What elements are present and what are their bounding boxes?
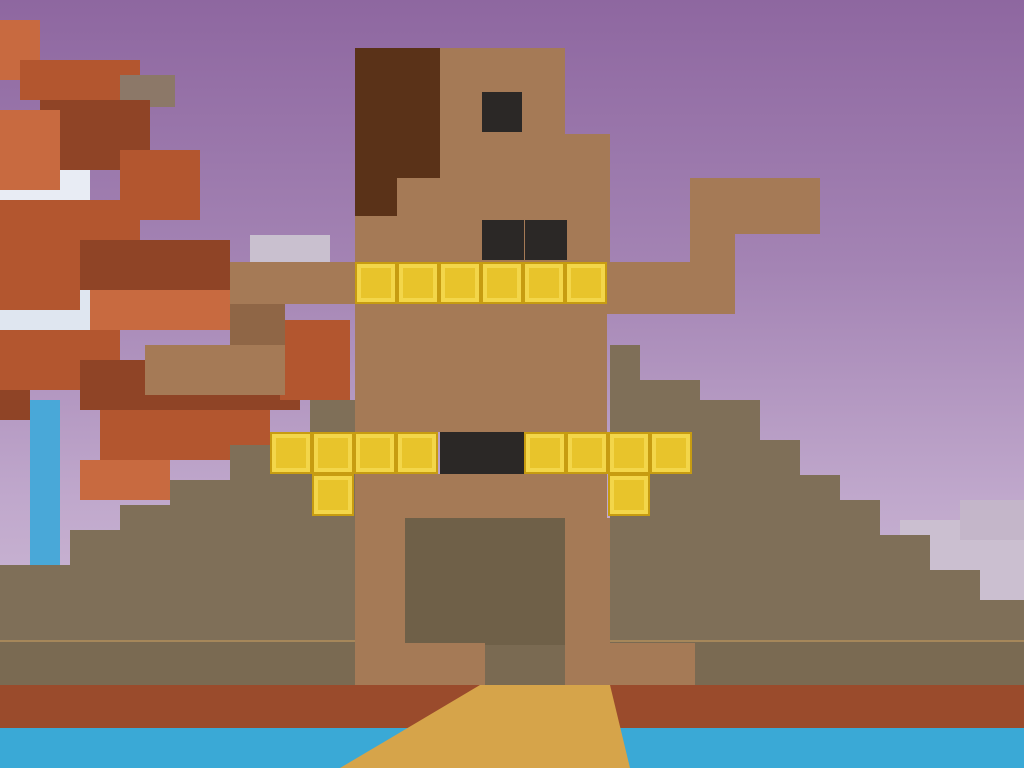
gold-block bbox=[481, 262, 523, 304]
waterfall bbox=[30, 400, 60, 570]
gold-block bbox=[355, 262, 397, 304]
pyramid-base bbox=[0, 640, 1024, 687]
statue-left-foot bbox=[355, 643, 485, 685]
pyramid-step bbox=[230, 445, 310, 645]
tree-leaves bbox=[0, 260, 80, 310]
statue-belt-buckle bbox=[440, 432, 482, 474]
statue-torso bbox=[355, 304, 607, 432]
statue-hair bbox=[355, 48, 440, 134]
statue-belt-buckle bbox=[482, 432, 524, 474]
statue-right-arm bbox=[607, 262, 735, 314]
gold-block bbox=[608, 474, 650, 516]
pyramid-step bbox=[170, 480, 230, 645]
statue-eye bbox=[482, 92, 522, 132]
statue-left-arm bbox=[230, 262, 355, 304]
statue-hair bbox=[355, 134, 440, 178]
statue-right-hand bbox=[690, 178, 820, 234]
gold-block bbox=[312, 474, 354, 516]
tree-leaves bbox=[0, 390, 30, 420]
pyramid-step bbox=[70, 530, 120, 645]
gold-block bbox=[270, 432, 312, 474]
statue-hips bbox=[355, 474, 607, 518]
statue-mouth-block bbox=[525, 220, 567, 260]
tree-leaves bbox=[80, 240, 230, 290]
gold-block bbox=[565, 262, 607, 304]
pyramid-step bbox=[700, 400, 760, 645]
snow-block bbox=[250, 235, 330, 265]
statue-mouth-block bbox=[482, 220, 524, 260]
pyramid-step bbox=[120, 505, 170, 645]
gold-block bbox=[397, 262, 439, 304]
statue-right-foot bbox=[565, 643, 695, 685]
game-viewport[interactable] bbox=[0, 0, 1024, 768]
gold-block bbox=[523, 262, 565, 304]
pyramid-interior bbox=[405, 518, 565, 645]
statue-right-leg bbox=[565, 518, 610, 643]
pyramid-step bbox=[840, 500, 880, 645]
pyramid-step bbox=[980, 600, 1024, 645]
gold-block bbox=[566, 432, 608, 474]
gold-block bbox=[396, 432, 438, 474]
statue-left-forearm bbox=[145, 345, 285, 395]
pyramid-step bbox=[760, 440, 800, 645]
gold-block bbox=[439, 262, 481, 304]
pyramid-step bbox=[800, 475, 840, 645]
gold-block bbox=[524, 432, 566, 474]
gold-block bbox=[650, 432, 692, 474]
tree-leaves bbox=[80, 460, 170, 500]
pyramid-step bbox=[0, 565, 70, 645]
statue-hair bbox=[355, 178, 397, 216]
tree-leaves bbox=[0, 110, 60, 190]
statue-left-leg bbox=[355, 518, 405, 643]
gold-block bbox=[608, 432, 650, 474]
gold-block bbox=[354, 432, 396, 474]
tree-leaves bbox=[280, 320, 350, 400]
pyramid-step bbox=[930, 570, 980, 645]
gold-block bbox=[312, 432, 354, 474]
pyramid-step bbox=[880, 535, 930, 645]
distant-hill bbox=[960, 500, 1024, 540]
